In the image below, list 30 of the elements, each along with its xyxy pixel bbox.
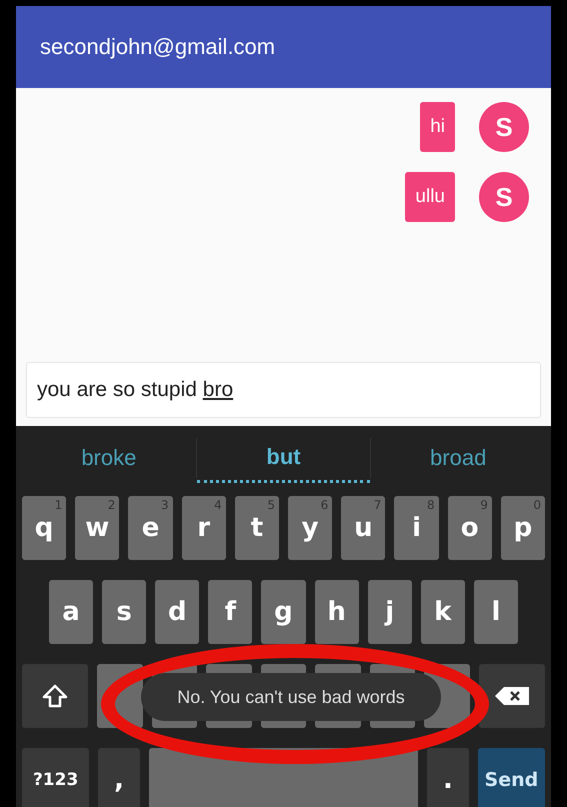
keyboard-key[interactable]: d bbox=[155, 580, 200, 644]
suggestion[interactable]: broke bbox=[22, 433, 196, 483]
keyboard-key[interactable]: 1 q bbox=[22, 496, 66, 560]
keyboard-key[interactable]: s bbox=[102, 580, 146, 644]
backspace-key[interactable] bbox=[479, 664, 546, 728]
keyboard-key[interactable]: f bbox=[208, 580, 252, 644]
send-key[interactable]: Send bbox=[478, 748, 546, 807]
shift-arrow-icon bbox=[42, 684, 68, 708]
keyboard-key[interactable]: 7 u bbox=[341, 496, 386, 560]
keyboard-key[interactable]: a bbox=[49, 580, 94, 644]
keyboard-key[interactable]: k bbox=[420, 580, 465, 644]
keyboard-key[interactable]: l bbox=[474, 580, 518, 644]
keyboard-key[interactable]: g bbox=[261, 580, 306, 644]
chat-title: secondjohn@gmail.com bbox=[40, 34, 276, 60]
shift-key[interactable] bbox=[22, 664, 88, 728]
message-input-field[interactable]: you are so stupid bro bbox=[26, 362, 541, 418]
suggestion[interactable]: broad bbox=[371, 433, 546, 483]
keyboard-key[interactable]: 6 y bbox=[288, 496, 332, 560]
warning-toast: No. You can't use bad words bbox=[141, 673, 441, 721]
avatar: S bbox=[479, 102, 529, 152]
keyboard-key[interactable]: j bbox=[368, 580, 412, 644]
keyboard-key[interactable]: . bbox=[427, 748, 469, 807]
keyboard-key[interactable]: , bbox=[98, 748, 140, 807]
message-bubble: ullu bbox=[405, 172, 455, 222]
keyboard-key[interactable]: 0 p bbox=[500, 496, 546, 560]
symbols-key[interactable]: ?123 bbox=[22, 748, 90, 807]
backspace-icon bbox=[494, 686, 530, 706]
keyboard-key[interactable]: h bbox=[314, 580, 359, 644]
message-bubble: hi bbox=[420, 102, 455, 152]
avatar: S bbox=[479, 172, 529, 222]
